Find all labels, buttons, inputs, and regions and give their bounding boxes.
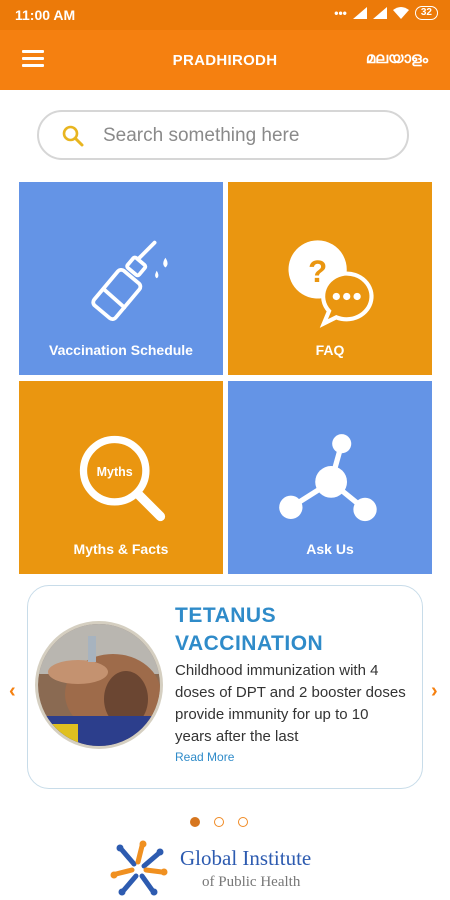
vaccination-photo xyxy=(38,624,160,746)
status-bar: 11:00 AM ••• 32 xyxy=(0,0,450,30)
read-more-link[interactable]: Read More xyxy=(175,750,234,764)
search-icon xyxy=(62,125,84,147)
carousel-card[interactable]: TETANUS VACCINATION Childhood immunizati… xyxy=(27,585,423,789)
tile-label: FAQ xyxy=(315,342,345,358)
svg-text:?: ? xyxy=(308,254,327,289)
signal-icon xyxy=(352,7,367,19)
wifi-icon xyxy=(392,7,409,19)
carousel-prev-arrow-icon[interactable]: ‹ xyxy=(9,680,16,703)
tile-vaccination-schedule[interactable]: Vaccination Schedule xyxy=(19,182,223,375)
carousel-dot-3[interactable] xyxy=(238,817,248,827)
carousel-pagination xyxy=(190,817,248,827)
network-icon xyxy=(279,434,377,522)
carousel-title-line1: TETANUS xyxy=(175,604,277,627)
status-icons: ••• 32 xyxy=(334,6,438,20)
org-name-line2: of Public Health xyxy=(202,874,301,890)
tile-label: Myths & Facts xyxy=(73,541,169,557)
carousel-next-arrow-icon[interactable]: › xyxy=(431,680,438,703)
tile-myths-facts[interactable]: Myths Myths & Facts xyxy=(19,381,223,574)
giph-logo-icon xyxy=(110,840,168,896)
carousel-title: TETANUS VACCINATION xyxy=(175,602,405,658)
app-bar: PRADHIRODH മലയാളം xyxy=(0,30,450,90)
more-notifications-icon: ••• xyxy=(334,6,347,20)
carousel-dot-1[interactable] xyxy=(190,817,200,827)
carousel-dot-2[interactable] xyxy=(214,817,224,827)
status-time: 11:00 AM xyxy=(15,7,76,23)
org-name-line1: Global Institute xyxy=(180,846,312,870)
carousel-title-line2: VACCINATION xyxy=(175,632,324,655)
tile-label: Vaccination Schedule xyxy=(49,342,193,358)
search-input[interactable] xyxy=(101,122,395,150)
magnifier-icon: Myths xyxy=(79,435,166,522)
signal-icon-2 xyxy=(372,7,387,19)
tile-ask-us[interactable]: Ask Us xyxy=(228,381,432,574)
language-toggle[interactable]: മലയാളം xyxy=(366,50,428,67)
vaccine-bottle-icon xyxy=(91,240,168,322)
carousel-text: Childhood immunization with 4 doses of D… xyxy=(175,662,406,745)
faq-chat-icon: ? xyxy=(288,240,374,328)
battery-icon: 32 xyxy=(414,6,438,20)
hamburger-menu-icon[interactable] xyxy=(22,50,44,68)
tile-faq[interactable]: ? FAQ xyxy=(228,182,432,375)
magnifier-icon-text: Myths xyxy=(97,465,133,479)
search-bar[interactable] xyxy=(37,110,409,160)
tile-label: Ask Us xyxy=(306,541,354,557)
